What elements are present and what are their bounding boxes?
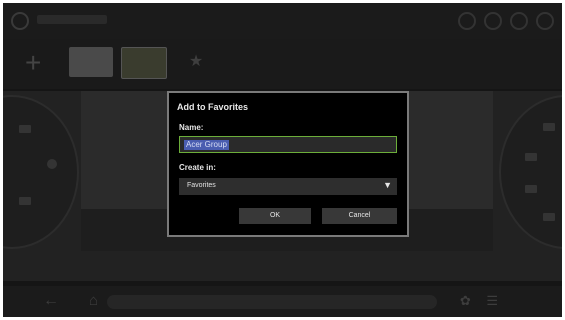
top-right-icons [458, 12, 554, 30]
name-input[interactable]: Acer Group [179, 136, 397, 153]
app-title-placeholder [37, 15, 107, 24]
ring-menu-icon[interactable] [19, 125, 31, 133]
ring-page-icon[interactable] [19, 197, 31, 205]
chevron-down-icon[interactable]: ▼ [383, 180, 392, 190]
ring-forward-icon[interactable] [543, 123, 555, 131]
browser-window: + ★ ← ⌂ ✿ ☰ Add to Favorites Name: Acer … [3, 3, 562, 317]
bookmark-tab-icon[interactable]: ★ [183, 49, 209, 75]
settings-icon[interactable] [484, 12, 502, 30]
create-in-select[interactable]: Favorites ▼ [179, 178, 397, 195]
bottom-bar: ← ⌂ ✿ ☰ [3, 286, 562, 317]
create-in-value: Favorites [187, 182, 216, 189]
ring-zoom-icon[interactable] [47, 159, 57, 169]
add-to-favorites-dialog: Add to Favorites Name: Acer Group Create… [167, 91, 409, 237]
new-tab-icon[interactable]: + [25, 49, 41, 77]
ok-button[interactable]: OK [239, 208, 311, 224]
top-bar [3, 3, 562, 39]
window-icon[interactable] [510, 12, 528, 30]
cancel-button[interactable]: Cancel [322, 208, 397, 224]
home-icon[interactable]: ⌂ [89, 292, 98, 309]
ring-share-icon[interactable] [525, 185, 537, 193]
close-icon[interactable] [536, 12, 554, 30]
name-label: Name: [179, 123, 204, 132]
address-bar[interactable] [107, 295, 437, 309]
create-in-label: Create in: [179, 163, 216, 172]
bottom-right-icons[interactable]: ✿ ☰ [460, 293, 504, 309]
dialog-title: Add to Favorites [177, 102, 249, 112]
ring-down-icon[interactable] [543, 213, 555, 221]
app-logo-icon [11, 12, 29, 30]
help-icon[interactable] [458, 12, 476, 30]
tab-strip: + ★ [3, 39, 562, 89]
name-input-value: Acer Group [184, 140, 229, 150]
tab-thumbnail[interactable] [69, 47, 113, 77]
back-icon[interactable]: ← [43, 292, 59, 310]
tab-thumbnail-active[interactable] [121, 47, 167, 79]
ring-star-icon[interactable] [525, 153, 537, 161]
